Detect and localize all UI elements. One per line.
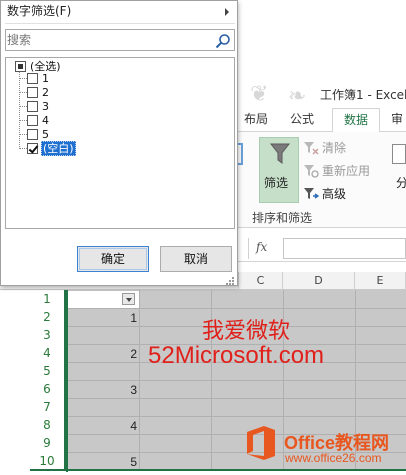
- sort-filter-group-label: 排序和筛选: [252, 211, 313, 225]
- tree-line: [20, 92, 27, 93]
- filter-item-label: 3: [42, 99, 49, 113]
- ok-button[interactable]: 确定: [77, 246, 149, 272]
- selection-edge: [30, 469, 406, 471]
- filter-item-1[interactable]: 1: [27, 71, 50, 85]
- filter-item-label: 1: [42, 71, 49, 85]
- filter-item-label: 5: [42, 127, 49, 141]
- cell-a8[interactable]: 4: [67, 419, 137, 433]
- funnel-icon: [270, 143, 290, 164]
- cell-a4[interactable]: 2: [67, 347, 137, 361]
- cell-a2[interactable]: 1: [67, 311, 137, 325]
- autofilter-dropdown-panel: 数字筛选(F) 搜索 (全选) 1 2 3 4 5 (空白) 确定 取消: [0, 0, 238, 286]
- tree-line: [20, 134, 27, 135]
- row-header[interactable]: 6: [30, 380, 67, 398]
- filter-item-4[interactable]: 4: [27, 113, 50, 127]
- filter-item-label: (空白): [41, 140, 76, 156]
- checkbox[interactable]: [27, 142, 38, 154]
- row-header[interactable]: 7: [30, 398, 67, 416]
- clear-filter-label: 清除: [322, 141, 347, 155]
- advanced-filter-button[interactable]: 高级: [303, 185, 346, 202]
- checkbox[interactable]: [27, 86, 38, 98]
- number-filters-menu-item[interactable]: 数字筛选(F): [5, 2, 235, 21]
- row-header[interactable]: 8: [30, 416, 67, 434]
- formula-bar-separator: [248, 238, 249, 259]
- grid-line: [67, 398, 406, 399]
- grid-line: [67, 380, 406, 381]
- cancel-button[interactable]: 取消: [160, 246, 232, 272]
- tab-review[interactable]: 审: [388, 108, 406, 132]
- grid-line: [67, 308, 406, 309]
- watermark-url: 52Microsoft.com: [148, 342, 325, 369]
- clear-filter-icon: [304, 141, 319, 155]
- row-header[interactable]: 9: [30, 434, 67, 452]
- checkbox[interactable]: [27, 72, 38, 84]
- selection-edge: [66, 290, 68, 472]
- watermark-title: 我爱微软: [202, 319, 291, 344]
- reapply-button[interactable]: 重新应用: [303, 162, 370, 179]
- column-header-c[interactable]: C: [238, 272, 283, 290]
- reapply-icon: [304, 164, 319, 178]
- cell-a10[interactable]: 5: [67, 455, 137, 469]
- filter-item-5[interactable]: 5: [27, 127, 50, 141]
- filter-item-2[interactable]: 2: [27, 85, 50, 99]
- filter-item-label: 2: [42, 85, 49, 99]
- tree-line: [20, 106, 27, 107]
- tab-formulas[interactable]: 公式: [284, 108, 320, 132]
- row-header[interactable]: 4: [30, 344, 67, 362]
- grid-line: [67, 416, 406, 417]
- tab-page-layout[interactable]: 布局: [238, 108, 274, 132]
- row-header[interactable]: 5: [30, 362, 67, 380]
- filter-dropdown-button[interactable]: [122, 293, 135, 305]
- submenu-arrow-icon: [225, 8, 229, 16]
- filter-item-3[interactable]: 3: [27, 99, 50, 113]
- tree-line: [20, 120, 27, 121]
- tab-data[interactable]: 数据: [332, 108, 380, 133]
- search-input[interactable]: [5, 29, 235, 51]
- clear-filter-button[interactable]: 清除: [303, 139, 346, 156]
- row-header[interactable]: 2: [30, 308, 67, 326]
- ribbon-tab-row: 布局 公式 数据 审: [238, 108, 406, 133]
- search-icon[interactable]: [215, 33, 231, 49]
- tree-line: [20, 148, 27, 149]
- reapply-label: 重新应用: [322, 164, 371, 178]
- office-logo-icon: [247, 426, 275, 460]
- row-header[interactable]: 1: [30, 290, 67, 308]
- brand-url: www.office26.com: [285, 451, 382, 465]
- filter-item-label: 4: [42, 113, 49, 127]
- formula-input[interactable]: [283, 238, 406, 259]
- row-header[interactable]: 3: [30, 326, 67, 344]
- checkbox[interactable]: [27, 100, 38, 112]
- insert-function-icon[interactable]: fx: [256, 240, 267, 254]
- split-column-icon: [392, 144, 406, 164]
- tree-line: [19, 67, 20, 149]
- checkbox[interactable]: [15, 60, 26, 72]
- filter-item-blank[interactable]: (空白): [27, 140, 76, 156]
- advanced-filter-icon: [304, 187, 319, 199]
- checkbox[interactable]: [27, 128, 38, 140]
- search-placeholder: 搜索: [7, 33, 32, 47]
- cell-a6[interactable]: 3: [67, 383, 137, 397]
- tree-line: [20, 78, 27, 79]
- advanced-filter-label: 高级: [322, 187, 347, 201]
- checkbox[interactable]: [27, 114, 38, 126]
- title-decoration-icon: ❦: [250, 82, 269, 107]
- filter-button-label: 筛选: [264, 176, 289, 190]
- window-title: 工作簿1 - Excel: [320, 88, 406, 102]
- column-header-d[interactable]: D: [283, 272, 355, 290]
- resize-grip-icon[interactable]: [226, 277, 234, 285]
- split-column-label[interactable]: 分: [396, 174, 406, 191]
- menu-separator: [5, 23, 235, 24]
- column-header-e[interactable]: E: [355, 272, 406, 290]
- title-decoration-icon: ❧: [288, 84, 307, 109]
- row-header[interactable]: 10: [30, 452, 67, 470]
